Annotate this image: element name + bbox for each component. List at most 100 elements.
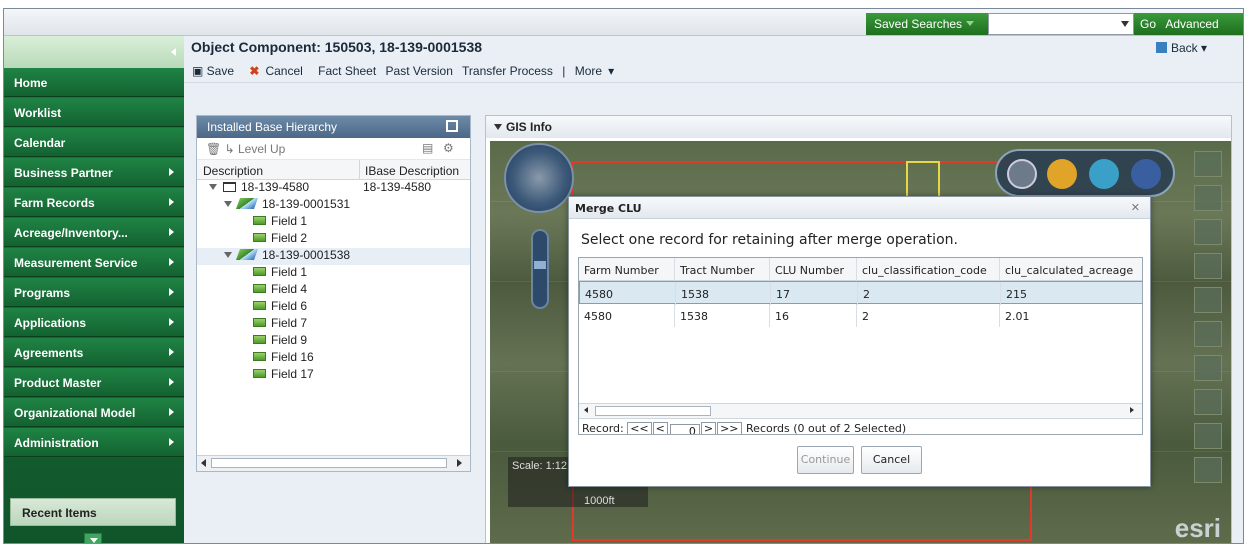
grid-cell: 4580: [579, 304, 675, 327]
basemap-icon[interactable]: [1131, 159, 1161, 189]
last-page-button[interactable]: >>: [717, 422, 742, 434]
go-button[interactable]: Go: [1140, 17, 1156, 31]
merge-tool-icon[interactable]: [1194, 287, 1222, 313]
dropdown-arrow-icon[interactable]: [1121, 21, 1129, 27]
panel-toolbar: 🗑 ↳ Level Up ▤ ⚙: [197, 138, 470, 160]
reshape-tool-icon[interactable]: [1194, 423, 1222, 449]
more-menu[interactable]: More ▾: [575, 64, 614, 78]
tree-row[interactable]: 18-139-4580 18-139-4580: [197, 180, 470, 197]
nav-item[interactable]: Business Partner: [4, 158, 184, 187]
tree-row[interactable]: Field 16: [197, 350, 470, 367]
cancel-button[interactable]: Cancel: [861, 446, 922, 474]
expand-icon[interactable]: [224, 252, 232, 258]
expand-icon[interactable]: [224, 201, 232, 207]
nav-item[interactable]: Agreements: [4, 338, 184, 367]
delete-icon[interactable]: 🗑: [206, 142, 221, 156]
fact-sheet-button[interactable]: Fact Sheet: [318, 64, 376, 78]
nav-item[interactable]: Acreage/Inventory...: [4, 218, 184, 247]
circle-tool-icon[interactable]: [1194, 355, 1222, 381]
save-button[interactable]: ▣ Save: [192, 64, 240, 78]
tree-row[interactable]: Field 2: [197, 231, 470, 248]
expand-icon[interactable]: [209, 184, 217, 190]
first-page-button[interactable]: <<: [627, 422, 652, 434]
level-up-icon[interactable]: ↳: [225, 142, 235, 156]
nav-item[interactable]: Calendar: [4, 128, 184, 157]
table-row[interactable]: 4580 1538 17 2 215: [579, 281, 1142, 305]
pencil-tool-icon[interactable]: [1194, 389, 1222, 415]
nav-item[interactable]: Measurement Service: [4, 248, 184, 277]
cancel-button[interactable]: ✖ Cancel: [249, 64, 308, 78]
scroll-left-icon[interactable]: [584, 407, 588, 413]
nav-item[interactable]: Home: [4, 68, 184, 97]
scroll-thumb[interactable]: [211, 458, 447, 468]
grid-column-header[interactable]: Tract Number: [675, 258, 770, 281]
nav-item[interactable]: Programs: [4, 278, 184, 307]
prev-page-button[interactable]: <: [652, 422, 668, 434]
print-icon[interactable]: ▤: [422, 141, 433, 155]
col-ibase-description[interactable]: IBase Description: [359, 160, 459, 180]
collapse-arrow-icon[interactable]: [171, 48, 176, 56]
scroll-left-icon[interactable]: [201, 459, 206, 467]
continue-button[interactable]: Continue: [797, 446, 854, 474]
nav-item[interactable]: Farm Records: [4, 188, 184, 217]
locate-icon[interactable]: [1047, 159, 1077, 189]
advanced-link[interactable]: Advanced: [1165, 17, 1218, 31]
split-tool-icon[interactable]: [1194, 253, 1222, 279]
dialog-message: Select one record for retaining after me…: [581, 232, 958, 248]
gis-header[interactable]: GIS Info: [486, 116, 1231, 138]
tree-row[interactable]: Field 6: [197, 299, 470, 316]
tree-row[interactable]: 18-139-0001538: [197, 248, 470, 265]
scroll-thumb[interactable]: [595, 406, 711, 416]
maximize-icon[interactable]: [446, 120, 458, 132]
save-label: Save: [206, 64, 235, 78]
vertex-tool-icon[interactable]: [1194, 321, 1222, 347]
nav-item-label: Calendar: [14, 136, 66, 150]
rectangle-tool-icon[interactable]: [1194, 185, 1222, 211]
table-row[interactable]: 4580 1538 16 2 2.01: [579, 304, 1142, 327]
cut-tool-icon[interactable]: [1194, 457, 1222, 483]
edit-tool-icon[interactable]: [1194, 219, 1222, 245]
nav-item[interactable]: Administration: [4, 428, 184, 457]
layers-icon[interactable]: [1089, 159, 1119, 189]
expand-recent-icon[interactable]: [84, 533, 102, 543]
field-icon: [253, 369, 266, 378]
nav-item[interactable]: Worklist: [4, 98, 184, 127]
settings-icon[interactable]: ⚙: [443, 141, 454, 155]
past-version-button[interactable]: Past Version: [386, 64, 453, 78]
select-tool-icon[interactable]: [1194, 151, 1222, 177]
grid-column-header[interactable]: Farm Number: [579, 258, 675, 281]
tree-row[interactable]: Field 9: [197, 333, 470, 350]
nav-collapse-bar[interactable]: [4, 36, 184, 68]
scroll-right-icon[interactable]: [457, 459, 462, 467]
nav-item[interactable]: Product Master: [4, 368, 184, 397]
tree-row[interactable]: Field 17: [197, 367, 470, 384]
grid-column-header[interactable]: clu_classification_code: [857, 258, 1000, 281]
tree-row[interactable]: Field 7: [197, 316, 470, 333]
identify-icon[interactable]: [1007, 159, 1037, 189]
zoom-slider-knob[interactable]: [534, 261, 546, 269]
col-description[interactable]: Description: [203, 164, 263, 178]
tree-row[interactable]: 18-139-0001531: [197, 197, 470, 214]
grid-horizontal-scrollbar[interactable]: [579, 403, 1142, 418]
back-button[interactable]: Back ▾: [1156, 41, 1207, 55]
search-input[interactable]: [988, 13, 1134, 35]
transfer-process-button[interactable]: Transfer Process: [462, 64, 553, 78]
compass-icon[interactable]: [504, 143, 574, 213]
grid-column-header[interactable]: clu_calculated_acreage: [1000, 258, 1142, 281]
recent-items-button[interactable]: Recent Items: [10, 498, 176, 526]
tree-row[interactable]: Field 1: [197, 265, 470, 282]
next-page-button[interactable]: >: [700, 422, 717, 434]
tree-row[interactable]: Field 4: [197, 282, 470, 299]
tree-row[interactable]: Field 1: [197, 214, 470, 231]
close-icon[interactable]: ✕: [1131, 201, 1140, 214]
field-label: Field 1: [271, 214, 308, 228]
level-up-button[interactable]: Level Up: [238, 142, 285, 156]
grid-column-header[interactable]: CLU Number: [770, 258, 857, 281]
nav-item[interactable]: Organizational Model: [4, 398, 184, 427]
horizontal-scrollbar[interactable]: [197, 455, 470, 471]
record-number-input[interactable]: 0: [669, 424, 700, 434]
saved-searches-dropdown[interactable]: Saved Searches: [866, 13, 988, 35]
zoom-slider[interactable]: [531, 229, 549, 309]
scroll-right-icon[interactable]: [1130, 407, 1134, 413]
nav-item[interactable]: Applications: [4, 308, 184, 337]
